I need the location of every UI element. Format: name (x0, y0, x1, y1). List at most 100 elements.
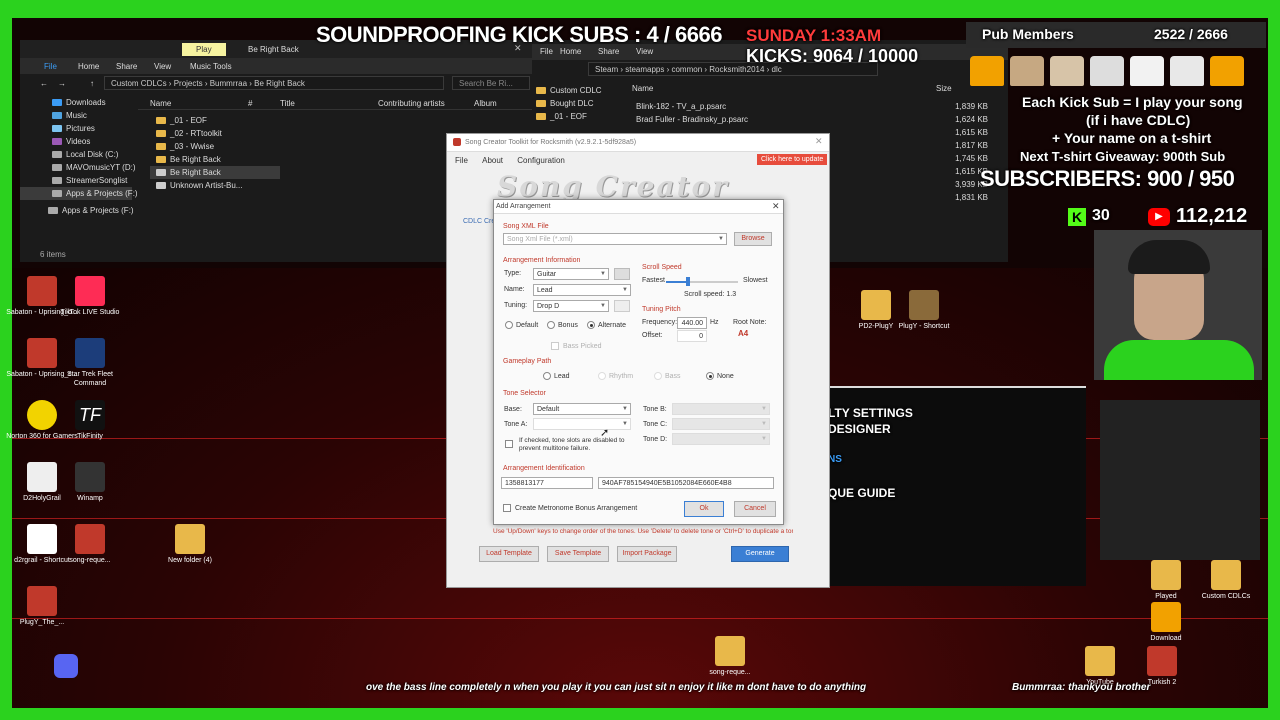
path-lead[interactable]: Lead (543, 372, 570, 380)
path-none[interactable]: None (706, 372, 734, 380)
list-item[interactable]: _03 - Wwise (150, 140, 280, 153)
desktop-icon[interactable]: PlugY_The_... (2, 586, 82, 627)
column-number[interactable]: # (248, 99, 252, 108)
list-item[interactable]: Be Right Back (150, 166, 280, 179)
close-icon[interactable]: ✕ (815, 136, 823, 147)
tuning-select[interactable]: Drop D ▼ (533, 300, 609, 312)
menu-file[interactable]: File (455, 156, 468, 165)
close-icon[interactable]: ✕ (772, 201, 780, 212)
desktop-icon[interactable]: Turkish 2 (1122, 646, 1202, 687)
tab-file[interactable]: File (44, 62, 57, 71)
tone-c-select[interactable]: ▼ (672, 418, 770, 430)
browse-button[interactable]: Browse (734, 232, 772, 246)
breadcrumb-item[interactable]: Projects (174, 79, 203, 88)
tab-view[interactable]: View (154, 62, 171, 71)
desktop-icon[interactable]: song-reque... (50, 524, 130, 565)
tab-share[interactable]: Share (598, 47, 619, 56)
generate-button[interactable]: Generate (731, 546, 789, 562)
desktop-icon[interactable]: TikTok LIVE Studio (50, 276, 130, 317)
breadcrumb-item[interactable]: Custom CDLCs (111, 79, 167, 88)
radio-default[interactable]: Default (505, 321, 538, 329)
load-template-button[interactable]: Load Template (479, 546, 539, 562)
nav-item-music[interactable]: Music (20, 109, 132, 122)
nav-item-streamersonglist[interactable]: StreamerSonglist (20, 174, 132, 187)
column-name[interactable]: Name (150, 99, 171, 108)
radio-alternate[interactable]: Alternate (587, 321, 626, 329)
list-item[interactable]: Be Right Back (150, 153, 280, 166)
tone-b-select[interactable]: ▼ (672, 403, 770, 415)
tuning-edit-button[interactable] (614, 300, 630, 312)
arrangement-id-input[interactable]: 1358813177 (501, 477, 593, 489)
desktop-icon[interactable]: TF TikFinity (50, 400, 130, 441)
nav-item-videos[interactable]: Videos (20, 135, 132, 148)
desktop-icon[interactable]: New folder (4) (150, 524, 230, 565)
update-button[interactable]: Click here to update (757, 154, 828, 165)
import-package-button[interactable]: Import Package (617, 546, 677, 562)
breadcrumb-item[interactable]: common (671, 65, 702, 74)
multitone-checkbox[interactable] (505, 440, 517, 448)
nav-item-downloads[interactable]: Downloads (20, 96, 132, 109)
tone-a-select[interactable]: ▼ (533, 418, 631, 430)
desktop-icon[interactable]: Custom CDLCs (1186, 560, 1266, 601)
back-arrow-icon[interactable]: ← (40, 79, 48, 88)
column-album[interactable]: Album (474, 99, 497, 108)
discord-icon[interactable] (54, 654, 78, 678)
nav-item-mavomusicyt[interactable]: MAVOmusicYT (D:) (20, 161, 135, 174)
breadcrumb[interactable]: Custom CDLCs › Projects › Bummrraa › Be … (104, 76, 444, 90)
list-item[interactable]: Unknown Artist-Bu... (150, 179, 280, 192)
list-item[interactable]: _01 - EOF (150, 114, 280, 127)
column-contributing-artists[interactable]: Contributing artists (378, 99, 445, 108)
nav-item-apps-projects[interactable]: Apps & Projects (F:) (20, 187, 138, 200)
desktop-icon[interactable]: song-reque... (690, 636, 770, 677)
ok-button[interactable]: Ok (684, 501, 724, 517)
search-input[interactable]: Search Be Ri... (452, 76, 530, 90)
nav-item[interactable]: Custom CDLC (536, 84, 626, 97)
radio-bonus[interactable]: Bonus (547, 321, 578, 329)
tab-share[interactable]: Share (116, 62, 137, 71)
offset-input[interactable]: 0 (677, 330, 707, 342)
breadcrumb-item[interactable]: steamapps (625, 65, 664, 74)
desktop-icon[interactable]: Winamp (50, 462, 130, 503)
forward-arrow-icon[interactable]: → (58, 79, 66, 88)
list-item[interactable]: _02 - RTtoolkit (150, 127, 280, 140)
nav-item[interactable]: Bought DLC (536, 97, 626, 110)
nav-item-apps-projects-2[interactable]: Apps & Projects (F:) (20, 204, 134, 217)
desktop-icon[interactable]: Download (1126, 602, 1206, 643)
tab-home[interactable]: Home (560, 47, 581, 56)
tab-view[interactable]: View (636, 47, 653, 56)
scroll-speed-slider[interactable] (666, 277, 738, 286)
play-tab[interactable]: Play (182, 43, 226, 56)
desktop-icon[interactable]: PlugY - Shortcut (884, 290, 964, 331)
path-rhythm[interactable]: Rhythm (598, 372, 633, 380)
list-item[interactable]: Blink-182 - TV_a_p.psarc (636, 100, 836, 113)
tab-home[interactable]: Home (78, 62, 99, 71)
column-title[interactable]: Title (280, 99, 295, 108)
path-bass[interactable]: Bass (654, 372, 681, 380)
column-size[interactable]: Size (936, 84, 952, 93)
tab-file[interactable]: File (540, 47, 553, 56)
name-select[interactable]: Lead ▼ (533, 284, 631, 296)
menu-about[interactable]: About (482, 156, 503, 165)
slider-thumb[interactable] (685, 277, 690, 286)
bass-picked-checkbox[interactable]: Bass Picked (551, 342, 602, 350)
tab-music-tools[interactable]: Music Tools (190, 62, 232, 71)
breadcrumb-item[interactable]: Steam (595, 65, 618, 74)
list-item[interactable]: Brad Fuller - Bradinsky_p.psarc (636, 113, 836, 126)
up-arrow-icon[interactable]: ↑ (90, 79, 94, 88)
breadcrumb-item[interactable]: Be Right Back (254, 79, 305, 88)
type-extra-button[interactable] (614, 268, 630, 280)
arrangement-guid-input[interactable]: 940AF785154940E5B1052084E660E4B8 (598, 477, 774, 489)
nav-item-pictures[interactable]: Pictures (20, 122, 132, 135)
metronome-checkbox[interactable]: Create Metronome Bonus Arrangement (503, 504, 637, 512)
xml-file-input[interactable]: Song Xml File (*.xml) ▼ (503, 233, 727, 245)
cancel-button[interactable]: Cancel (734, 501, 776, 517)
type-select[interactable]: Guitar ▼ (533, 268, 609, 280)
tone-d-select[interactable]: ▼ (672, 433, 770, 445)
desktop-icon[interactable]: Star Trek Fleet Command (50, 338, 130, 388)
frequency-input[interactable]: 440.00 (677, 317, 707, 329)
breadcrumb-item[interactable]: Bummrraa (210, 79, 247, 88)
column-name[interactable]: Name (632, 84, 653, 93)
nav-item-local-disk[interactable]: Local Disk (C:) (20, 148, 132, 161)
base-tone-select[interactable]: Default ▼ (533, 403, 631, 415)
save-template-button[interactable]: Save Template (547, 546, 609, 562)
